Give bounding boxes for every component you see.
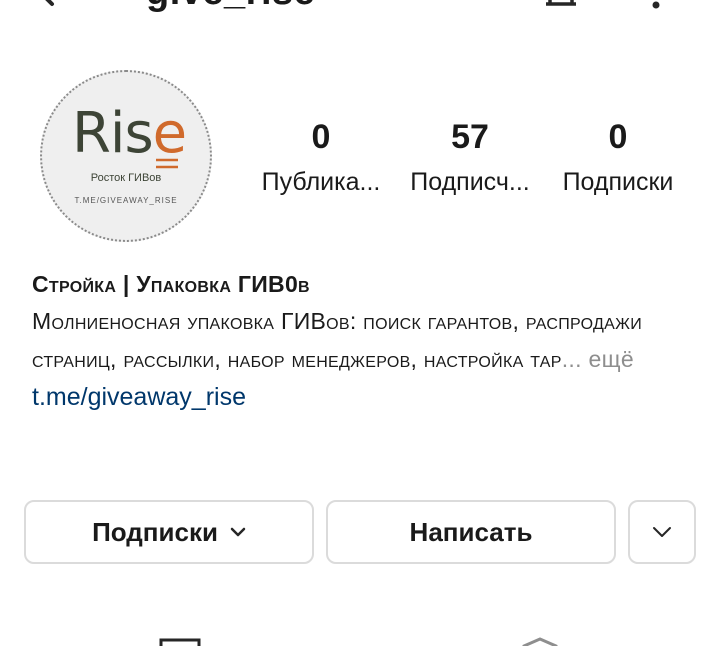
profile-username: give_rise: [146, 0, 315, 12]
avatar-subtitle: Росток ГИВов: [90, 172, 162, 184]
avatar-link-text: T.ME/GIVEAWAY_RISE: [74, 196, 178, 205]
bio-link[interactable]: t.me/giveaway_rise: [32, 378, 692, 416]
following-button-label: Подписки: [92, 516, 218, 547]
suggestions-button[interactable]: [628, 500, 696, 564]
bio-text: Молниеносная упаковка ГИВов: поиск гаран…: [32, 308, 643, 372]
arrow-back-icon[interactable]: [30, 0, 60, 10]
avatar[interactable]: Rise Росток ГИВов T.ME/GIVEAWAY_RISE: [40, 70, 212, 242]
top-bar: give_rise: [0, 0, 720, 12]
stat-followers-count: 57: [451, 118, 489, 156]
bio: Стройка | Упаковка ГИВ0в Молниеносная уп…: [32, 266, 692, 416]
stat-following-label: Подписки: [562, 168, 674, 196]
chevron-down-icon: [230, 527, 246, 537]
avatar-logo: Rise: [72, 106, 187, 162]
stat-following-count: 0: [608, 118, 628, 156]
avatar-logo-underline: [156, 158, 178, 169]
bio-name: Стройка | Упаковка ГИВ0в: [32, 271, 310, 297]
tagged-icon[interactable]: [518, 636, 562, 646]
grid-icon[interactable]: [158, 636, 202, 646]
profile-page: give_rise Rise Росток ГИВов T.ME/GIVEAWA…: [0, 0, 720, 646]
bell-icon[interactable]: [538, 0, 584, 10]
following-button[interactable]: Подписки: [24, 500, 314, 564]
bio-ellipsis: ...: [561, 346, 582, 372]
chevron-down-icon: [653, 527, 671, 537]
message-button[interactable]: Написать: [326, 500, 616, 564]
stat-posts-count: 0: [311, 118, 331, 156]
message-button-label: Написать: [409, 516, 533, 547]
more-vertical-icon[interactable]: [648, 0, 664, 10]
bio-text-block: Молниеносная упаковка ГИВов: поиск гаран…: [32, 302, 692, 378]
stat-followers-label: Подписч...: [410, 168, 530, 196]
avatar-logo-text: Ris: [72, 101, 154, 166]
stat-posts[interactable]: 0 Публика...: [251, 118, 391, 198]
stat-posts-label: Публика...: [261, 168, 381, 196]
stat-following[interactable]: 0 Подписки: [548, 118, 688, 198]
stat-followers[interactable]: 57 Подписч...: [400, 118, 540, 198]
bio-more-link[interactable]: ещё: [589, 346, 634, 372]
